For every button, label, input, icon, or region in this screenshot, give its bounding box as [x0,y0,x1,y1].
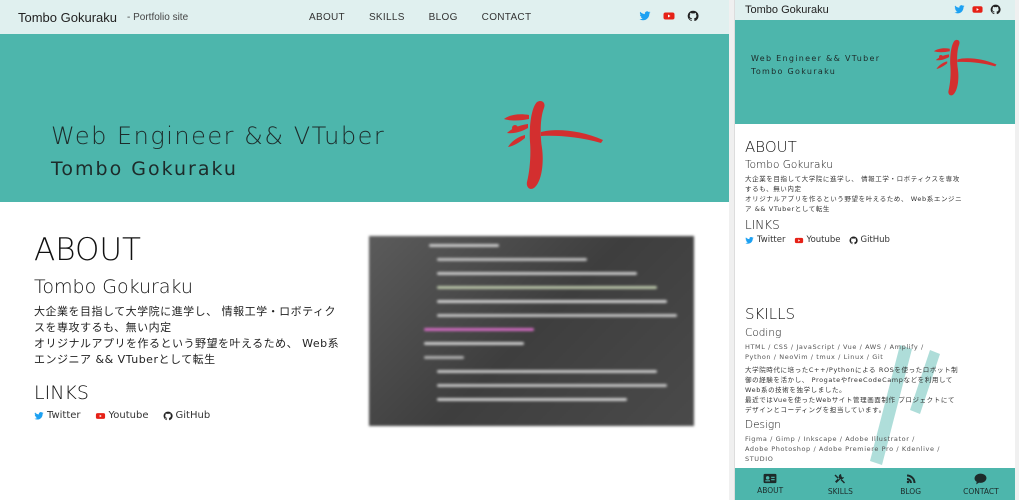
about-text-line: オリジナルアプリを作るという野望を叶えるため、 Web系 [34,337,340,350]
tab-blog[interactable]: BLOG [881,468,941,500]
mobile-skills-section: SKILLS Coding HTML / CSS / JavaScript / … [745,305,1007,465]
coding-heading: Coding [745,327,782,339]
youtube-icon [794,237,803,243]
skill-list-line: Adobe Photoshop / Adobe Premiere Pro / K… [745,445,941,453]
mobile-social-icons [954,4,1001,15]
about-heading: ABOUT [34,232,141,268]
github-icon[interactable] [687,10,699,22]
youtube-icon[interactable] [972,4,983,15]
skills-heading: SKILLS [745,305,796,323]
hero-title: Web Engineer && VTuber [51,122,386,150]
about-name: Tombo Gokuraku [34,276,193,298]
twitter-icon[interactable] [639,10,651,22]
github-link[interactable]: GitHub [849,235,890,245]
github-link[interactable]: GitHub [163,410,211,421]
mobile-about-name: Tombo Gokuraku [745,159,833,171]
skill-list-line: Figma / Gimp / Inkscape / Adobe Illustra… [745,435,915,443]
twitter-icon [34,411,44,420]
github-icon [163,411,173,420]
top-navbar: Tombo Gokuraku - Portfolio site ABOUT SK… [0,0,729,34]
nav-about[interactable]: ABOUT [309,12,345,23]
code-screenshot-image [369,236,694,426]
tab-skills[interactable]: SKILLS [810,468,870,500]
youtube-link-label: Youtube [806,235,841,245]
tab-contact-label: CONTACT [963,486,999,496]
tab-contact[interactable]: CONTACT [951,468,1011,500]
mobile-about-text: 大企業を目指して大学院に進学し、 情報工学・ロボティクスを専攻 するも、無い内定… [745,174,1007,214]
twitter-link-label: Twitter [757,235,786,245]
about-text-line: するも、無い内定 [745,185,802,193]
skill-list-line: STUDIO [745,455,774,463]
hero-banner: Web Engineer && VTuber Tombo Gokuraku [0,34,729,202]
nav-blog[interactable]: BLOG [429,12,458,23]
blog-icon [906,474,916,483]
mobile-hero-title: Web Engineer && VTuber [751,54,881,63]
tab-skills-label: SKILLS [827,486,853,496]
twitter-link[interactable]: Twitter [34,410,81,421]
social-icons [639,10,699,22]
tab-about-label: ABOUT [757,486,784,495]
hero-name: Tombo Gokuraku [51,158,238,180]
mobile-hero-name: Tombo Gokuraku [751,67,837,76]
description-line: Web系の技術を独学しました。 [745,386,847,394]
about-text-line: エンジニア && VTuberとして転生 [34,353,216,366]
mobile-hero-banner: Web Engineer && VTuber Tombo Gokuraku [735,20,1015,124]
twitter-link[interactable]: Twitter [745,235,786,245]
nav-skills[interactable]: SKILLS [369,12,405,23]
about-text-line: 大企業を目指して大学院に進学し、 情報工学・ロボティクスを専攻 [745,175,960,183]
github-icon [849,236,858,244]
twitter-link-label: Twitter [47,410,81,421]
youtube-link-label: Youtube [108,410,149,421]
skill-list-line: Python / NeoVim / tmux / Linux / Git [745,353,884,361]
site-brand[interactable]: Tombo Gokuraku [18,10,117,25]
github-icon[interactable] [990,4,1001,15]
twitter-icon[interactable] [954,4,965,15]
coding-description: 大学院時代に培ったC++/Pythonによる ROSを使ったロボット制 御の経験… [745,365,1007,415]
tab-about[interactable]: ABOUT [740,468,800,500]
mobile-about-heading: ABOUT [745,138,797,156]
links-heading: LINKS [34,382,89,404]
links-row: Twitter Youtube GitHub [34,410,364,421]
about-text: 大企業を目指して大学院に進学し、 情報工学・ロボティク スを専攻するも、無い内定… [34,304,364,368]
nav-contact[interactable]: CONTACT [482,12,532,23]
description-line: デザインとコーディングを担当しています。 [745,406,886,414]
mobile-bottom-tabbar: ABOUT SKILLS BLOG CONTACT [735,468,1015,500]
about-text-line: ア && VTuberとして転生 [745,205,831,213]
design-skill-list: Figma / Gimp / Inkscape / Adobe Illustra… [745,434,1007,464]
tab-blog-label: BLOG [900,486,922,496]
id-card-icon [763,473,777,484]
coding-skill-list: HTML / CSS / JavaScript / Vue / AWS / Am… [745,342,1007,362]
about-text-line: オリジナルアプリを作るという野望を叶えるため、 Web系エンジニ [745,195,963,203]
youtube-link[interactable]: Youtube [794,235,841,245]
skill-list-line: HTML / CSS / JavaScript / Vue / AWS / Am… [745,343,924,351]
dragonfly-logo-icon [504,100,603,189]
description-line: 最近ではVueを使ったWebサイト管理画面制作 プロジェクトにて [745,396,956,404]
twitter-icon [745,236,754,244]
youtube-icon[interactable] [663,10,675,22]
design-heading: Design [745,419,781,431]
mobile-links-heading: LINKS [745,218,780,232]
tools-icon [834,473,846,483]
mobile-about-section: ABOUT Tombo Gokuraku 大企業を目指して大学院に進学し、 情報… [745,138,1007,245]
github-link-label: GitHub [175,410,211,421]
mobile-view: Tombo Gokuraku Web Engineer && VTuber To… [734,0,1015,500]
dragonfly-logo-icon [933,39,997,96]
description-line: 御の経験を活かし、 ProgateやfreeCodeCampなどを利用して [745,376,953,384]
chat-icon [974,473,987,484]
site-subtitle: - Portfolio site [127,11,189,23]
mobile-brand[interactable]: Tombo Gokuraku [745,4,829,16]
about-section: ABOUT Tombo Gokuraku 大企業を目指して大学院に進学し、 情報… [34,232,364,421]
github-link-label: GitHub [860,235,890,245]
description-line: 大学院時代に培ったC++/Pythonによる ROSを使ったロボット制 [745,366,959,374]
about-text-line: 大企業を目指して大学院に進学し、 情報工学・ロボティク [34,305,337,318]
about-text-line: スを専攻するも、無い内定 [34,321,172,334]
desktop-view: Tombo Gokuraku - Portfolio site ABOUT SK… [0,0,729,500]
mobile-links-row: Twitter Youtube GitHub [745,235,1007,245]
youtube-icon [95,412,105,419]
nav-menu: ABOUT SKILLS BLOG CONTACT [309,0,531,34]
youtube-link[interactable]: Youtube [95,410,149,421]
mobile-navbar: Tombo Gokuraku [735,0,1015,20]
